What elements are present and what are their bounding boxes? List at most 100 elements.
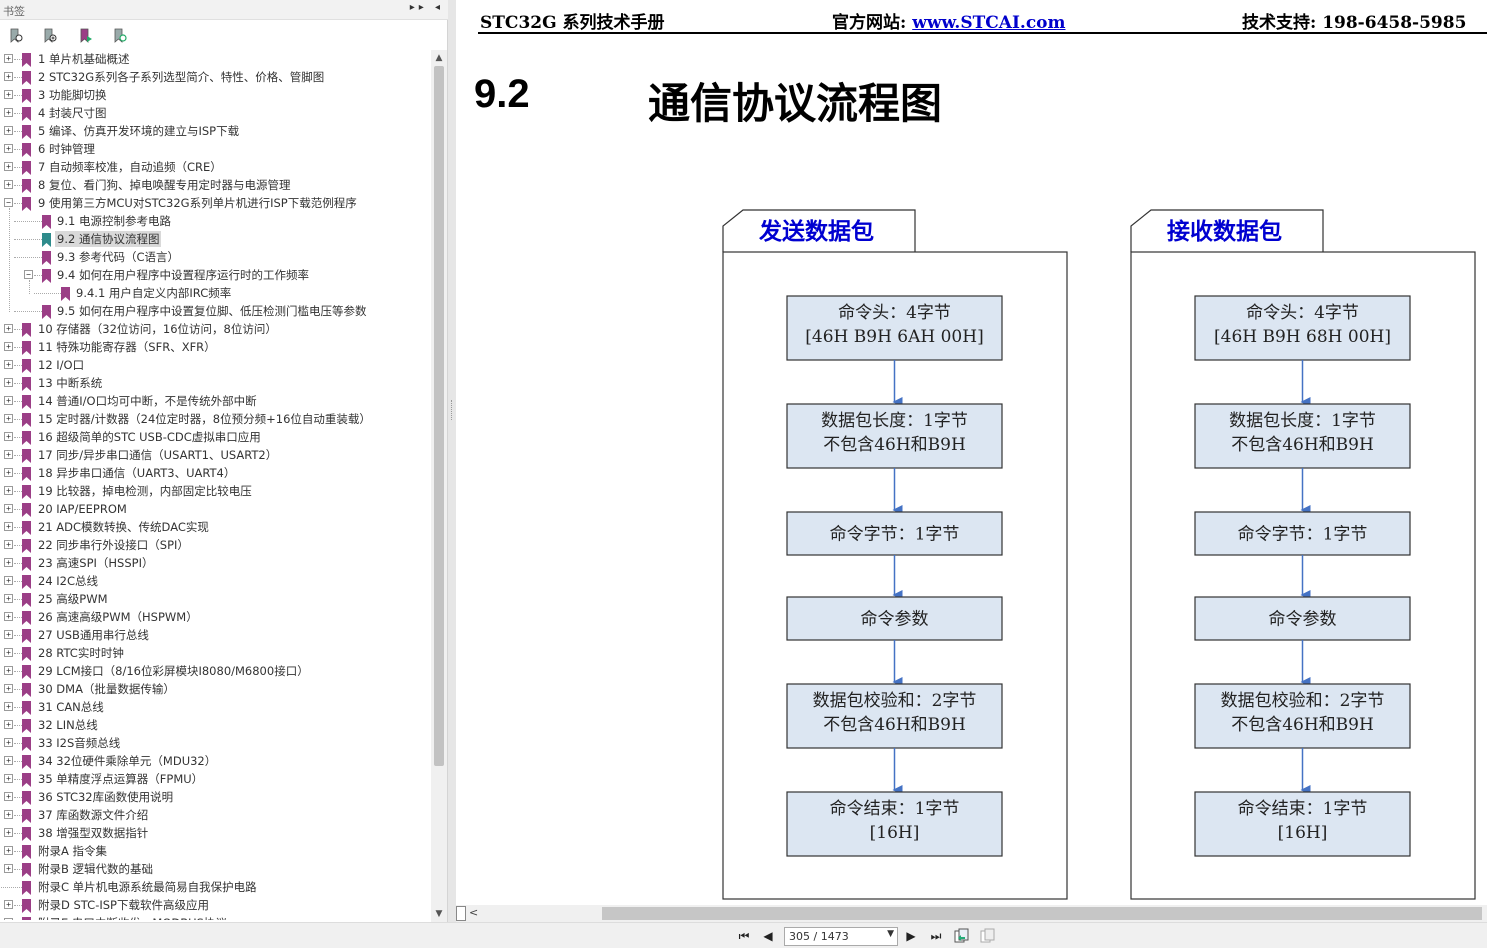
next-view-icon[interactable] [980, 928, 996, 944]
expand-icon[interactable]: + [4, 522, 13, 531]
bookmark-label[interactable]: 30 DMA（批量数据传输） [36, 681, 177, 697]
bookmark-item[interactable]: +37 库函数源文件介绍 [0, 806, 430, 824]
expand-icon[interactable]: + [4, 558, 13, 567]
expand-icon[interactable]: + [4, 864, 13, 873]
bookmark-item[interactable]: +22 同步串行外设接口（SPI） [0, 536, 430, 554]
bookmark-label[interactable]: 18 异步串口通信（UART3、UART4） [36, 465, 237, 481]
bookmark-item[interactable]: +13 中断系统 [0, 374, 430, 392]
bookmark-label[interactable]: 9.4.1 用户自定义内部IRC频率 [74, 285, 233, 301]
find-bookmark-icon[interactable] [112, 28, 128, 44]
expand-icon[interactable]: + [4, 684, 13, 693]
bookmark-item[interactable]: +11 特殊功能寄存器（SFR、XFR） [0, 338, 430, 356]
bookmark-item[interactable]: + 附录A 指令集 [0, 842, 430, 860]
bookmark-item[interactable]: 附录C 单片机电源系统最简易自我保护电路 [0, 878, 430, 896]
expand-icon[interactable]: + [4, 648, 13, 657]
bookmark-item[interactable]: +8 复位、看门狗、掉电唤醒专用定时器与电源管理 [0, 176, 430, 194]
expand-icon[interactable]: + [4, 72, 13, 81]
bookmark-label[interactable]: 22 同步串行外设接口（SPI） [36, 537, 191, 553]
scroll-up-icon[interactable]: ▲ [431, 50, 447, 66]
bookmark-label[interactable]: 9.2 通信协议流程图 [55, 231, 162, 247]
expand-icon[interactable]: + [4, 594, 13, 603]
bookmark-label[interactable]: 20 IAP/EEPROM [36, 501, 129, 517]
bookmark-label[interactable]: 附录E 串口中断收发—MODBUS协议 [36, 915, 229, 920]
bookmark-label[interactable]: 附录B 逻辑代数的基础 [36, 861, 155, 877]
bookmark-label[interactable]: 4 封装尺寸图 [36, 105, 108, 121]
bookmark-item[interactable]: +28 RTC实时时钟 [0, 644, 430, 662]
bookmark-label[interactable]: 28 RTC实时时钟 [36, 645, 126, 661]
bookmark-item[interactable]: +16 超级简单的STC USB-CDC虚拟串口应用 [0, 428, 430, 446]
scroll-left-icon[interactable]: < [469, 906, 478, 919]
expand-icon[interactable]: + [4, 324, 13, 333]
last-page-icon[interactable]: ⏭ [928, 928, 944, 944]
previous-page-icon[interactable]: ◀ [760, 928, 776, 944]
expand-icon[interactable]: + [4, 900, 13, 909]
bookmark-label[interactable]: 14 普通I/O口均可中断，不是传统外部中断 [36, 393, 259, 409]
expand-icon[interactable]: + [4, 738, 13, 747]
bookmark-label[interactable]: 9 使用第三方MCU对STC32G系列单片机进行ISP下载范例程序 [36, 195, 359, 211]
expand-icon[interactable]: + [4, 540, 13, 549]
bookmark-item[interactable]: 9.1 电源控制参考电路 [0, 212, 430, 230]
bookmarks-vertical-scrollbar[interactable]: ▲ ▼ [431, 50, 447, 922]
expand-icon[interactable]: + [4, 378, 13, 387]
bookmark-item[interactable]: − 9.4 如何在用户程序中设置程序运行时的工作频率 [0, 266, 430, 284]
bookmark-label[interactable]: 19 比较器，掉电检测，内部固定比较电压 [36, 483, 254, 499]
previous-view-icon[interactable] [954, 928, 970, 944]
bookmark-item[interactable]: +6 时钟管理 [0, 140, 430, 158]
bookmark-label[interactable]: 12 I/O口 [36, 357, 86, 373]
bookmark-label[interactable]: 26 高速高级PWM（HSPWM） [36, 609, 200, 625]
bookmark-label[interactable]: 9.1 电源控制参考电路 [55, 213, 173, 229]
bookmark-label[interactable]: 27 USB通用串行总线 [36, 627, 151, 643]
bookmark-item[interactable]: − 9 使用第三方MCU对STC32G系列单片机进行ISP下载范例程序 [0, 194, 430, 212]
bookmark-label[interactable]: 5 编译、仿真开发环境的建立与ISP下载 [36, 123, 241, 139]
bookmark-item[interactable]: +24 I2C总线 [0, 572, 430, 590]
first-page-icon[interactable]: ⏮ [736, 928, 752, 944]
expand-icon[interactable]: + [4, 666, 13, 675]
expand-icon[interactable]: + [4, 756, 13, 765]
bookmark-label[interactable]: 32 LIN总线 [36, 717, 100, 733]
expand-icon[interactable]: + [4, 144, 13, 153]
bookmark-label[interactable]: 17 同步/异步串口通信（USART1、USART2） [36, 447, 279, 463]
expand-icon[interactable]: + [4, 450, 13, 459]
scroll-left-button[interactable] [456, 906, 466, 921]
expand-icon[interactable]: + [4, 774, 13, 783]
bookmark-label[interactable]: 35 单精度浮点运算器（FPMU） [36, 771, 205, 787]
bookmark-item[interactable]: +5 编译、仿真开发环境的建立与ISP下载 [0, 122, 430, 140]
bookmark-label[interactable]: 9.5 如何在用户程序中设置复位脚、低压检测门槛电压等参数 [55, 303, 368, 319]
splitter-grip[interactable] [451, 400, 453, 420]
scrollbar-thumb[interactable] [434, 66, 444, 766]
bookmark-item[interactable]: +1 单片机基础概述 [0, 50, 430, 68]
expand-icon[interactable]: + [4, 720, 13, 729]
bookmark-item[interactable]: +31 CAN总线 [0, 698, 430, 716]
bookmark-label[interactable]: 25 高级PWM [36, 591, 110, 607]
bookmark-label[interactable]: 15 定时器/计数器（24位定时器，8位预分频+16位自动重装载） [36, 411, 373, 427]
document-horizontal-scrollbar[interactable]: < [456, 905, 1487, 922]
bookmark-item[interactable]: +27 USB通用串行总线 [0, 626, 430, 644]
collapse-icon[interactable]: − [4, 198, 13, 207]
expand-icon[interactable]: + [4, 612, 13, 621]
expand-icon[interactable]: + [4, 468, 13, 477]
bookmark-label[interactable]: 7 自动频率校准，自动追频（CRE） [36, 159, 224, 175]
bookmark-item[interactable]: +25 高级PWM [0, 590, 430, 608]
bookmark-label[interactable]: 3 功能脚切换 [36, 87, 108, 103]
bookmark-item[interactable]: 9.3 参考代码（C语言） [0, 248, 430, 266]
expand-icon[interactable]: + [4, 414, 13, 423]
page-number-input[interactable]: 305 / 1473 ▼ [784, 927, 898, 946]
bookmark-label[interactable]: 29 LCM接口（8/16位彩屏模块I8080/M6800接口） [36, 663, 311, 679]
bookmark-item[interactable]: +32 LIN总线 [0, 716, 430, 734]
bookmark-label[interactable]: 34 32位硬件乘除单元（MDU32） [36, 753, 218, 769]
bookmark-item[interactable]: +20 IAP/EEPROM [0, 500, 430, 518]
bookmark-item[interactable]: + 附录D STC-ISP下载软件高级应用 [0, 896, 430, 914]
expand-icon[interactable]: + [4, 792, 13, 801]
bookmark-item[interactable]: +12 I/O口 [0, 356, 430, 374]
expand-icon[interactable]: + [4, 702, 13, 711]
expand-icon[interactable]: + [4, 360, 13, 369]
bookmark-label[interactable]: 24 I2C总线 [36, 573, 100, 589]
bookmark-item[interactable]: +34 32位硬件乘除单元（MDU32） [0, 752, 430, 770]
expand-icon[interactable]: + [4, 396, 13, 405]
bookmark-item[interactable]: +21 ADC模数转换、传统DAC实现 [0, 518, 430, 536]
bookmark-item[interactable]: +3 功能脚切换 [0, 86, 430, 104]
expand-icon[interactable]: + [4, 54, 13, 63]
bookmark-item[interactable]: +38 增强型双数据指针 [0, 824, 430, 842]
bookmark-item[interactable]: +29 LCM接口（8/16位彩屏模块I8080/M6800接口） [0, 662, 430, 680]
bookmark-label[interactable]: 37 库函数源文件介绍 [36, 807, 150, 823]
